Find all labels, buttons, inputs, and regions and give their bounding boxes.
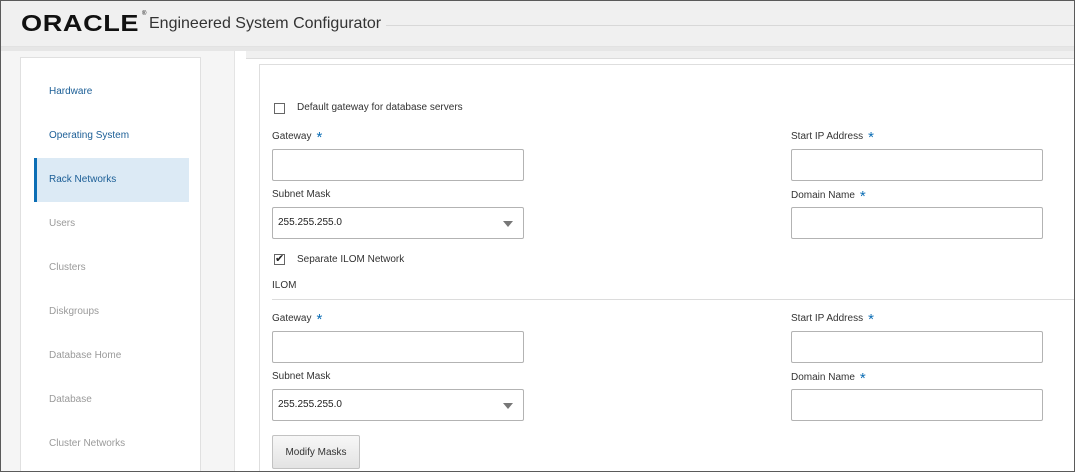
required-mark: * bbox=[868, 129, 874, 146]
ilom-domain-name-label-text: Domain Name bbox=[791, 372, 855, 383]
chevron-down-icon bbox=[503, 221, 513, 227]
start-ip-label-text: Start IP Address bbox=[791, 131, 864, 142]
subnet-mask-select[interactable]: 255.255.255.0 bbox=[272, 207, 524, 239]
ilom-subnet-mask-select[interactable]: 255.255.255.0 bbox=[272, 389, 524, 421]
gateway-label-text: Gateway bbox=[272, 131, 312, 142]
ilom-start-ip-label-text: Start IP Address bbox=[791, 313, 864, 324]
content-toolbar bbox=[246, 51, 1074, 59]
sidebar-item-rack-networks[interactable]: Rack Networks bbox=[34, 158, 189, 202]
sidebar-item-database[interactable]: Database bbox=[34, 378, 189, 422]
start-ip-input[interactable] bbox=[791, 149, 1043, 181]
domain-name-input[interactable] bbox=[791, 207, 1043, 239]
sidebar-item-diskgroups[interactable]: Diskgroups bbox=[34, 290, 189, 334]
column-divider bbox=[234, 51, 235, 471]
sidebar-item-operating-system[interactable]: Operating System bbox=[34, 114, 189, 158]
registered-mark: ® bbox=[142, 11, 147, 17]
header-divider bbox=[386, 25, 1074, 26]
separate-ilom-checkbox[interactable]: ✔ bbox=[274, 254, 285, 265]
ilom-start-ip-label: Start IP Address * bbox=[791, 308, 874, 328]
subnet-mask-label: Subnet Mask bbox=[272, 189, 331, 200]
oracle-logo: ORACLE bbox=[21, 10, 140, 36]
ilom-domain-name-input[interactable] bbox=[791, 389, 1043, 421]
ilom-gateway-label: Gateway * bbox=[272, 308, 323, 328]
sidebar-item-users[interactable]: Users bbox=[34, 202, 189, 246]
gateway-label: Gateway * bbox=[272, 126, 323, 146]
default-gateway-checkbox[interactable] bbox=[274, 103, 285, 114]
app-title: Engineered System Configurator bbox=[149, 15, 382, 32]
domain-name-label-text: Domain Name bbox=[791, 190, 855, 201]
sidebar-item-clusters[interactable]: Clusters bbox=[34, 246, 189, 290]
sidebar-nav: Hardware Operating System Rack Networks … bbox=[20, 57, 201, 471]
checkmark-icon: ✔ bbox=[275, 253, 285, 265]
start-ip-label: Start IP Address * bbox=[791, 126, 874, 146]
ilom-subnet-mask-label: Subnet Mask bbox=[272, 371, 331, 382]
ilom-gateway-label-text: Gateway bbox=[272, 313, 312, 324]
app-header: ORACLE ® Engineered System Configurator bbox=[1, 1, 1074, 47]
separate-ilom-label: Separate ILOM Network bbox=[297, 254, 405, 265]
sidebar-item-database-home[interactable]: Database Home bbox=[34, 334, 189, 378]
required-mark: * bbox=[316, 129, 323, 146]
required-mark: * bbox=[868, 311, 874, 328]
ilom-domain-name-label: Domain Name * bbox=[791, 367, 866, 387]
ilom-start-ip-input[interactable] bbox=[791, 331, 1043, 363]
ilom-subnet-mask-value: 255.255.255.0 bbox=[278, 399, 342, 410]
subnet-mask-value: 255.255.255.0 bbox=[278, 217, 342, 228]
modify-masks-button[interactable]: Modify Masks bbox=[272, 435, 360, 469]
domain-name-label: Domain Name * bbox=[791, 185, 866, 205]
ilom-divider bbox=[272, 299, 1074, 300]
ilom-gateway-input[interactable] bbox=[272, 331, 524, 363]
sidebar-item-hardware[interactable]: Hardware bbox=[34, 70, 189, 114]
required-mark: * bbox=[859, 188, 866, 205]
app-window: ORACLE ® Engineered System Configurator … bbox=[0, 0, 1075, 472]
required-mark: * bbox=[859, 370, 866, 387]
gateway-input[interactable] bbox=[272, 149, 524, 181]
default-gateway-label: Default gateway for database servers bbox=[297, 102, 463, 113]
chevron-down-icon bbox=[503, 403, 513, 409]
required-mark: * bbox=[316, 311, 323, 328]
sidebar-item-cluster-networks[interactable]: Cluster Networks bbox=[34, 422, 189, 466]
ilom-section-title: ILOM bbox=[272, 280, 297, 291]
